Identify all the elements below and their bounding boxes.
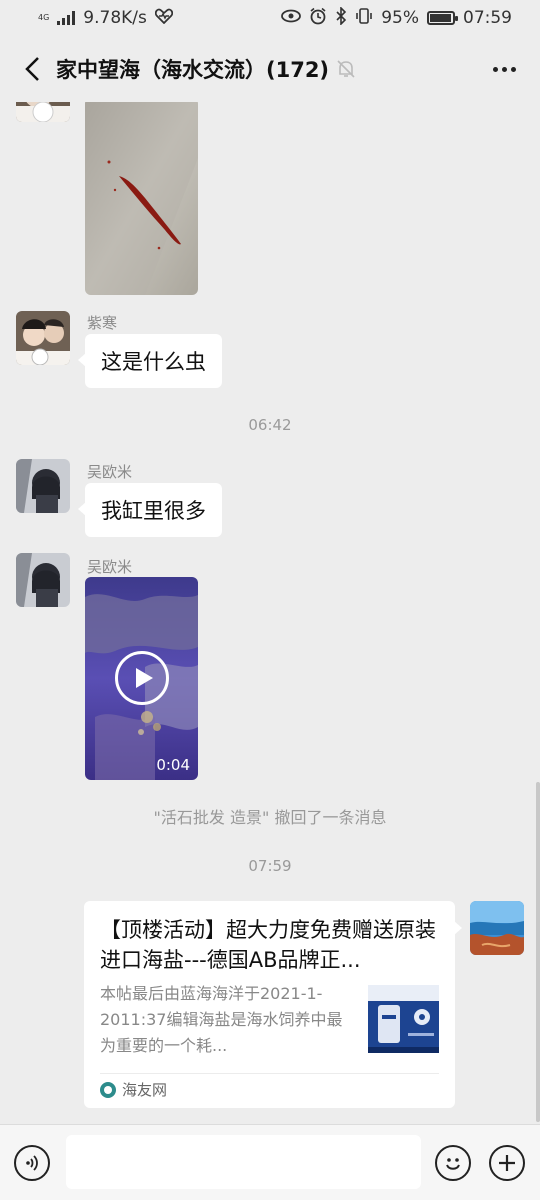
self-avatar[interactable]: [470, 901, 524, 955]
link-card-divider: [100, 1073, 439, 1074]
vibrate-icon: [355, 7, 373, 30]
timestamp: 07:59: [248, 857, 292, 875]
network-type-label: 4G: [38, 13, 50, 22]
battery-icon: [427, 11, 458, 25]
video-message[interactable]: 0:04: [85, 577, 198, 780]
battery-percent: 95%: [381, 8, 419, 28]
link-card-source-label: 海友网: [122, 1081, 168, 1099]
back-icon: [25, 57, 39, 81]
status-bar: 4G 9.78K/s 95% 07:59: [0, 0, 540, 36]
chat-title: 家中望海（海水交流）(172): [56, 58, 330, 82]
bluetooth-icon: [335, 5, 347, 30]
clock: 07:59: [463, 8, 512, 28]
sender-name: 紫寒: [87, 314, 118, 332]
plus-icon: [499, 1155, 515, 1171]
play-button[interactable]: [115, 651, 169, 705]
timestamp: 06:42: [248, 416, 292, 434]
network-type-badge: 4G: [38, 14, 49, 22]
chat-header: 家中望海（海水交流）(172): [0, 36, 540, 102]
sender-name: 吴欧米: [87, 558, 133, 576]
heart-rate-icon: [154, 8, 173, 28]
text-bubble[interactable]: 我缸里很多: [78, 483, 222, 537]
link-card[interactable]: 【顶楼活动】超大力度免费赠送原装进口海盐---德国AB品牌正... 本帖最后由蓝…: [84, 901, 462, 1108]
input-bar: [0, 1124, 540, 1200]
link-card-source: 海友网: [100, 1079, 167, 1100]
avatar[interactable]: [16, 459, 70, 513]
video-duration: 0:04: [156, 756, 190, 774]
system-message: "活石批发 造景" 撤回了一条消息: [153, 808, 387, 827]
link-card-thumbnail: [368, 985, 439, 1053]
message-list[interactable]: 紫寒 这是什么虫 06:42 吴欧米 我缸里很多 吴欧米 0:04 "活石批发 …: [0, 102, 540, 1124]
sender-name: 吴欧米: [87, 463, 133, 481]
signal-icon: [57, 11, 76, 25]
avatar[interactable]: [16, 553, 70, 607]
eye-icon: [281, 8, 302, 28]
mute-bell-icon: [337, 59, 355, 79]
image-message[interactable]: [85, 102, 198, 295]
network-speed: 9.78K/s: [83, 8, 147, 28]
message-text: 这是什么虫: [101, 350, 206, 374]
voice-icon: [26, 1155, 38, 1171]
status-left: 4G 9.78K/s: [38, 8, 173, 28]
back-button[interactable]: [14, 51, 50, 87]
more-functions-button[interactable]: [489, 1145, 525, 1181]
link-card-description: 本帖最后由蓝海海洋于2021-1-2011:37编辑海盐是海水饲养中最为重要的一…: [100, 984, 343, 1055]
scrollbar[interactable]: [536, 782, 540, 1122]
alarm-icon: [309, 7, 327, 30]
source-app-icon: [100, 1081, 116, 1098]
emoji-button[interactable]: [435, 1145, 471, 1181]
more-icon: [492, 66, 498, 72]
avatar[interactable]: [16, 311, 70, 365]
link-card-title: 【顶楼活动】超大力度免费赠送原装进口海盐---德国AB品牌正...: [100, 918, 436, 972]
voice-button[interactable]: [14, 1145, 50, 1181]
emoji-icon: [446, 1158, 460, 1170]
more-button[interactable]: [482, 51, 526, 87]
text-bubble[interactable]: 这是什么虫: [78, 334, 222, 388]
message-input[interactable]: [66, 1135, 421, 1189]
avatar[interactable]: [16, 102, 70, 122]
status-right: 95% 07:59: [281, 5, 512, 30]
message-text: 我缸里很多: [101, 499, 206, 523]
